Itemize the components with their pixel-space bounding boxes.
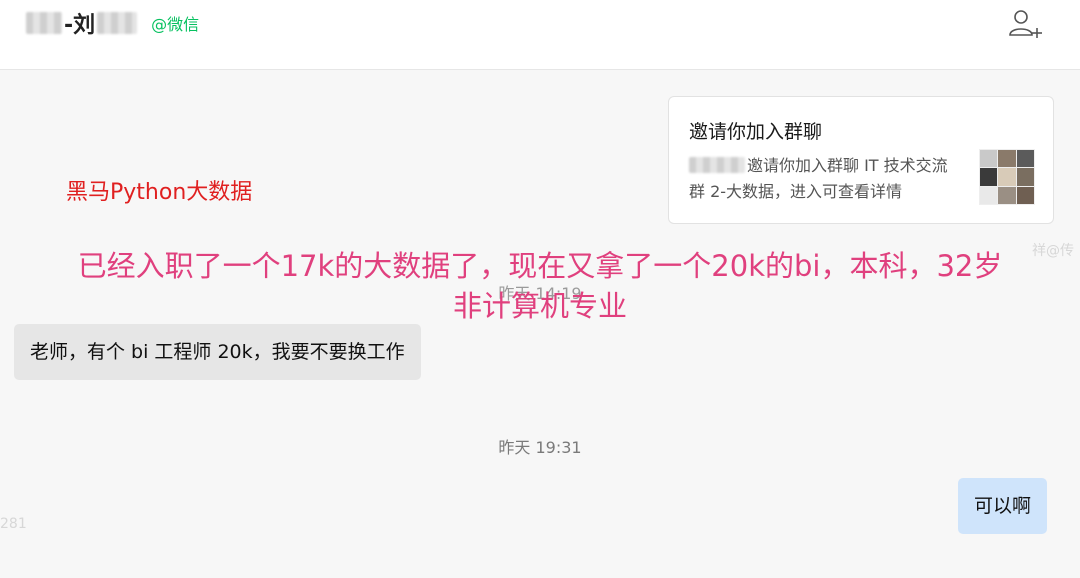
add-user-icon[interactable] [1008, 8, 1044, 40]
group-avatar-icon [979, 149, 1035, 205]
invite-description: 邀请你加入群聊 IT 技术交流群 2-大数据，进入可查看详情 [689, 153, 951, 205]
watermark-left: 281 [0, 516, 27, 532]
blurred-inviter [689, 157, 745, 173]
received-message-bubble[interactable]: 老师，有个 bi 工程师 20k，我要不要换工作 [14, 324, 421, 380]
invite-title: 邀请你加入群聊 [689, 121, 823, 143]
contact-name: -刘 [64, 13, 96, 38]
overlay-red-label: 黑马Python大数据 [66, 180, 253, 205]
contact-source-tag: @微信 [151, 15, 200, 34]
contact-title: -刘 @微信 [26, 8, 199, 38]
message-timestamp: 昨天 19:31 [498, 438, 582, 457]
group-invite-card[interactable]: 邀请你加入群聊 邀请你加入群聊 IT 技术交流群 2-大数据，进入可查看详情 [668, 96, 1054, 224]
blurred-name-suffix [97, 12, 138, 34]
sent-message-bubble[interactable]: 可以啊 [958, 478, 1048, 534]
chat-area[interactable]: 祥@传 281 邀请你加入群聊 邀请你加入群聊 IT 技术交流群 2-大数据，进… [0, 70, 1080, 578]
blurred-name-prefix [26, 12, 62, 34]
overlay-pink-caption: 已经入职了一个17k的大数据了，现在又拿了一个20k的bi，本科，32岁 非计算… [0, 246, 1080, 326]
overlay-caption-line1: 已经入职了一个17k的大数据了，现在又拿了一个20k的bi，本科，32岁 [77, 249, 1003, 283]
chat-header: -刘 @微信 [0, 0, 1080, 70]
overlay-caption-line2: 非计算机专业 [452, 289, 627, 323]
